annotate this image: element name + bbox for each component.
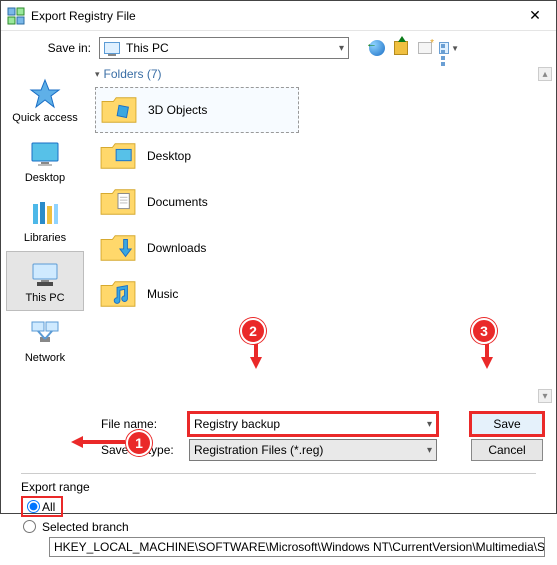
list-item-label: Music bbox=[147, 287, 178, 301]
folders-group-header[interactable]: Folders (7) bbox=[89, 65, 556, 83]
this-pc-icon bbox=[29, 258, 61, 290]
sidebar-item-label: Quick access bbox=[12, 112, 77, 124]
export-range-selected-radio[interactable] bbox=[23, 520, 36, 533]
list-item[interactable]: Desktop bbox=[95, 133, 550, 179]
list-item[interactable]: Documents bbox=[95, 179, 550, 225]
new-folder-button[interactable] bbox=[415, 38, 435, 58]
list-item-label: 3D Objects bbox=[148, 103, 207, 117]
sidebar-item-this-pc[interactable]: This PC bbox=[6, 251, 84, 311]
annotation-badge-2: 2 bbox=[240, 318, 266, 344]
list-item-label: Documents bbox=[147, 195, 208, 209]
sidebar-item-label: This PC bbox=[25, 292, 64, 304]
annotation-arrow-2 bbox=[245, 341, 267, 371]
export-range-selected-label: Selected branch bbox=[42, 520, 129, 534]
save-in-label: Save in: bbox=[31, 41, 91, 55]
sidebar-item-label: Network bbox=[25, 352, 65, 364]
network-icon bbox=[29, 318, 61, 350]
sidebar-item-label: Desktop bbox=[25, 172, 65, 184]
music-folder-icon bbox=[99, 278, 137, 310]
view-menu-button[interactable]: ▼ bbox=[439, 38, 459, 58]
chevron-down-icon: ▾ bbox=[427, 419, 432, 430]
back-button[interactable] bbox=[367, 38, 387, 58]
globe-back-icon bbox=[369, 40, 385, 56]
export-range-title: Export range bbox=[21, 480, 536, 494]
save-button[interactable]: Save bbox=[471, 413, 543, 435]
sidebar-item-desktop[interactable]: Desktop bbox=[6, 131, 84, 191]
documents-folder-icon bbox=[99, 186, 137, 218]
filename-combo[interactable]: Registry backup ▾ bbox=[189, 413, 437, 435]
save-in-value: This PC bbox=[126, 41, 169, 55]
registry-icon bbox=[7, 7, 25, 25]
export-range-all-radio[interactable] bbox=[27, 500, 40, 513]
annotation-badge-3: 3 bbox=[471, 318, 497, 344]
new-folder-icon bbox=[418, 42, 432, 54]
list-item-label: Desktop bbox=[147, 149, 191, 163]
scroll-up-button[interactable]: ▴ bbox=[538, 67, 552, 81]
window-title: Export Registry File bbox=[31, 9, 514, 23]
branch-path-input[interactable]: HKEY_LOCAL_MACHINE\SOFTWARE\Microsoft\Wi… bbox=[49, 537, 545, 557]
annotation-arrow-3 bbox=[476, 341, 498, 371]
downloads-folder-icon bbox=[99, 232, 137, 264]
list-item-label: Downloads bbox=[147, 241, 206, 255]
libraries-icon bbox=[29, 198, 61, 230]
scroll-down-button[interactable]: ▾ bbox=[538, 389, 552, 403]
places-sidebar: Quick access Desktop Libraries This PC N… bbox=[1, 65, 89, 405]
annotation-arrow-1 bbox=[69, 431, 127, 453]
folder-icon bbox=[99, 140, 137, 172]
filename-label: File name: bbox=[101, 417, 181, 431]
view-grid-icon bbox=[439, 42, 449, 54]
3d-objects-icon bbox=[100, 94, 138, 126]
save-as-type-combo[interactable]: Registration Files (*.reg) ▾ bbox=[189, 439, 437, 461]
export-range-group: Export range All Selected branch HKEY_LO… bbox=[1, 478, 556, 565]
save-in-row: Save in: This PC ▾ ▼ bbox=[1, 31, 556, 65]
chevron-down-icon: ▾ bbox=[339, 43, 344, 54]
this-pc-icon bbox=[104, 42, 120, 54]
close-button[interactable]: ✕ bbox=[514, 1, 556, 30]
sidebar-item-quick-access[interactable]: Quick access bbox=[6, 71, 84, 131]
cancel-button[interactable]: Cancel bbox=[471, 439, 543, 461]
titlebar: Export Registry File ✕ bbox=[1, 1, 556, 31]
sidebar-item-libraries[interactable]: Libraries bbox=[6, 191, 84, 251]
export-range-all-label: All bbox=[42, 500, 55, 514]
chevron-down-icon: ▼ bbox=[451, 44, 459, 53]
sidebar-item-label: Libraries bbox=[24, 232, 66, 244]
annotation-badge-1: 1 bbox=[126, 430, 152, 456]
filename-value: Registry backup bbox=[194, 417, 280, 431]
list-item[interactable]: 3D Objects bbox=[95, 87, 299, 133]
up-one-level-button[interactable] bbox=[391, 38, 411, 58]
desktop-icon bbox=[29, 138, 61, 170]
list-item[interactable]: Music bbox=[95, 271, 550, 317]
list-item[interactable]: Downloads bbox=[95, 225, 550, 271]
chevron-down-icon: ▾ bbox=[427, 445, 432, 456]
divider bbox=[21, 473, 536, 474]
save-as-type-value: Registration Files (*.reg) bbox=[194, 443, 323, 457]
quick-access-icon bbox=[29, 78, 61, 110]
save-in-combo[interactable]: This PC ▾ bbox=[99, 37, 349, 59]
sidebar-item-network[interactable]: Network bbox=[6, 311, 84, 371]
folder-up-icon bbox=[394, 41, 408, 55]
